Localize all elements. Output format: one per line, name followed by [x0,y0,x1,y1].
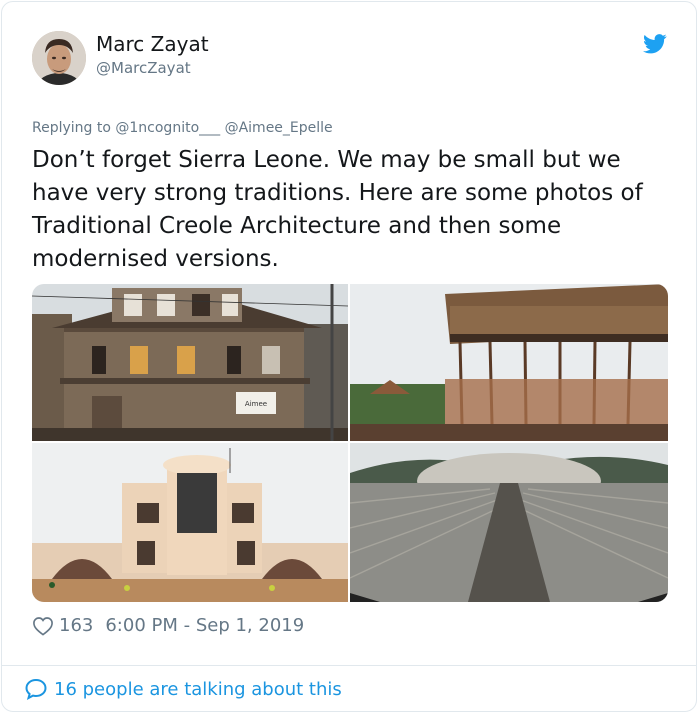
media-grid: Aimee [32,284,668,602]
photo-stilt-house[interactable] [350,284,668,441]
photo-sign-text: Aimee [245,400,267,408]
heart-icon[interactable] [32,616,54,636]
photo-dome-roof[interactable] [350,443,668,602]
tweet-meta: 163 6:00 PM - Sep 1, 2019 [32,615,304,636]
comment-bubble-icon [25,678,47,700]
reply-mention-2[interactable]: @Aimee_Epelle [225,120,333,136]
avatar[interactable] [32,31,86,85]
talking-about-text[interactable]: 16 people are talking about this [54,679,342,700]
timestamp[interactable]: 6:00 PM - Sep 1, 2019 [105,615,304,636]
photo-wooden-house[interactable]: Aimee [32,284,348,441]
replying-to: Replying to @1ncognito___ @Aimee_Epelle [32,120,333,136]
twitter-bird-icon[interactable] [643,33,667,55]
tweet-text: Don’t forget Sierra Leone. We may be sma… [32,147,643,272]
like-count[interactable]: 163 [59,615,93,636]
footer-divider [1,665,697,666]
talking-about-link[interactable]: 16 people are talking about this [24,677,342,701]
photo-modern-villa[interactable] [32,443,348,602]
reply-mention-1[interactable]: @1ncognito___ [115,120,220,136]
user-name[interactable]: Marc Zayat [96,32,209,56]
user-handle[interactable]: @MarcZayat [96,59,191,77]
replying-prefix: Replying to [32,120,111,136]
